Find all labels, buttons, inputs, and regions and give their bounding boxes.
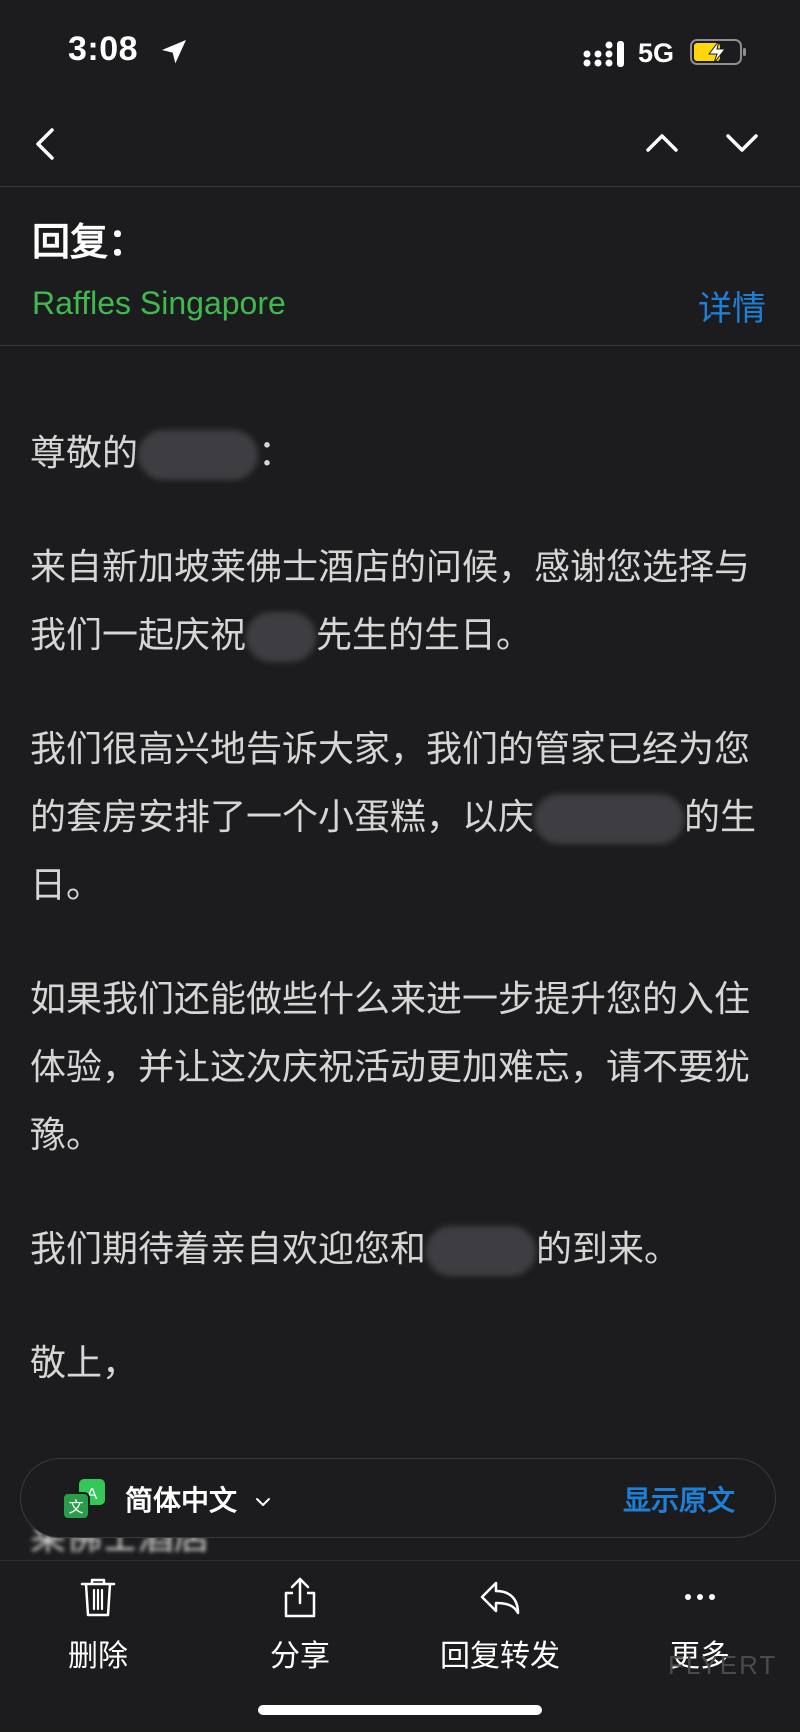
reply-forward-label: 回复转发	[440, 1639, 560, 1674]
show-original-button[interactable]: 显示原文	[623, 1479, 735, 1519]
mail-body: 尊敬的 ： 来自新加坡莱佛士酒店的问候，感谢您选择与我们一起庆祝 先生的生日。 我们…	[30, 420, 770, 1444]
greeting-suffix: ：	[258, 433, 295, 474]
watermark-text: FLYERT	[668, 1650, 778, 1680]
mail-nav-bar	[0, 100, 800, 187]
closing-line: 敬上，	[30, 1343, 139, 1384]
body-paragraph-2: 我们很高兴地告诉大家，我们的管家已经为您的套房安排了一个小蛋糕，以庆 的生日。	[30, 716, 770, 920]
body-paragraph-4: 我们期待着亲自欢迎您和 的到来。	[30, 1216, 770, 1284]
chevron-down-icon[interactable]	[720, 120, 764, 164]
cellular-signal-icon	[583, 41, 624, 67]
redacted-name	[138, 430, 259, 480]
share-button[interactable]: 分享	[210, 1575, 390, 1675]
mail-sender[interactable]: Raffles Singapore	[32, 285, 286, 322]
delete-button[interactable]: 删除	[8, 1575, 188, 1675]
delete-label: 删除	[68, 1639, 128, 1674]
status-time: 3:08	[68, 30, 139, 68]
greeting-prefix: 尊敬的	[30, 433, 139, 474]
reply-forward-button[interactable]: 回复转发	[410, 1575, 590, 1675]
mail-header: 回复： Raffles Singapore 详情	[0, 187, 800, 346]
paragraph-1-text-b: 先生的生日。	[316, 615, 533, 656]
mail-subject: 回复：	[32, 220, 147, 264]
language-label: 简体中文	[125, 1484, 238, 1517]
share-label: 分享	[270, 1639, 330, 1674]
reply-icon	[480, 1581, 520, 1615]
body-paragraph-1: 来自新加坡莱佛士酒店的问候，感谢您选择与我们一起庆祝 先生的生日。	[30, 534, 770, 670]
body-paragraph-3: 如果我们还能做些什么来进一步提升您的入住体验，并让这次庆祝活动更加难忘，请不要犹…	[30, 979, 751, 1156]
more-dots-icon	[685, 1594, 715, 1600]
chevron-up-icon[interactable]	[640, 120, 684, 164]
trash-icon	[80, 1578, 116, 1617]
translate-bar: A 文 简体中文 显示原文	[20, 1458, 776, 1538]
greeting-paragraph: 尊敬的 ：	[30, 420, 770, 488]
share-icon	[284, 1577, 316, 1618]
location-arrow-icon	[162, 40, 186, 64]
redacted-name	[534, 794, 685, 844]
redacted-name	[246, 612, 317, 662]
battery-charging-icon	[690, 39, 746, 65]
chevron-left-icon[interactable]	[26, 118, 66, 168]
paragraph-4-text-a: 我们期待着亲自欢迎您和	[30, 1229, 427, 1270]
network-type: 5G	[638, 38, 675, 68]
paragraph-4-text-b: 的到来。	[536, 1229, 681, 1270]
chevron-down-icon	[255, 1498, 270, 1506]
svg-text:文: 文	[68, 1498, 83, 1516]
home-indicator[interactable]	[258, 1705, 542, 1715]
translate-icon: A 文	[62, 1479, 105, 1520]
details-link[interactable]: 详情	[698, 281, 766, 330]
redacted-name	[426, 1226, 537, 1276]
status-bar: 3:08 5G	[0, 0, 800, 100]
watermark: FLYERT	[668, 1650, 777, 1681]
language-select[interactable]: 简体中文	[125, 1479, 271, 1519]
